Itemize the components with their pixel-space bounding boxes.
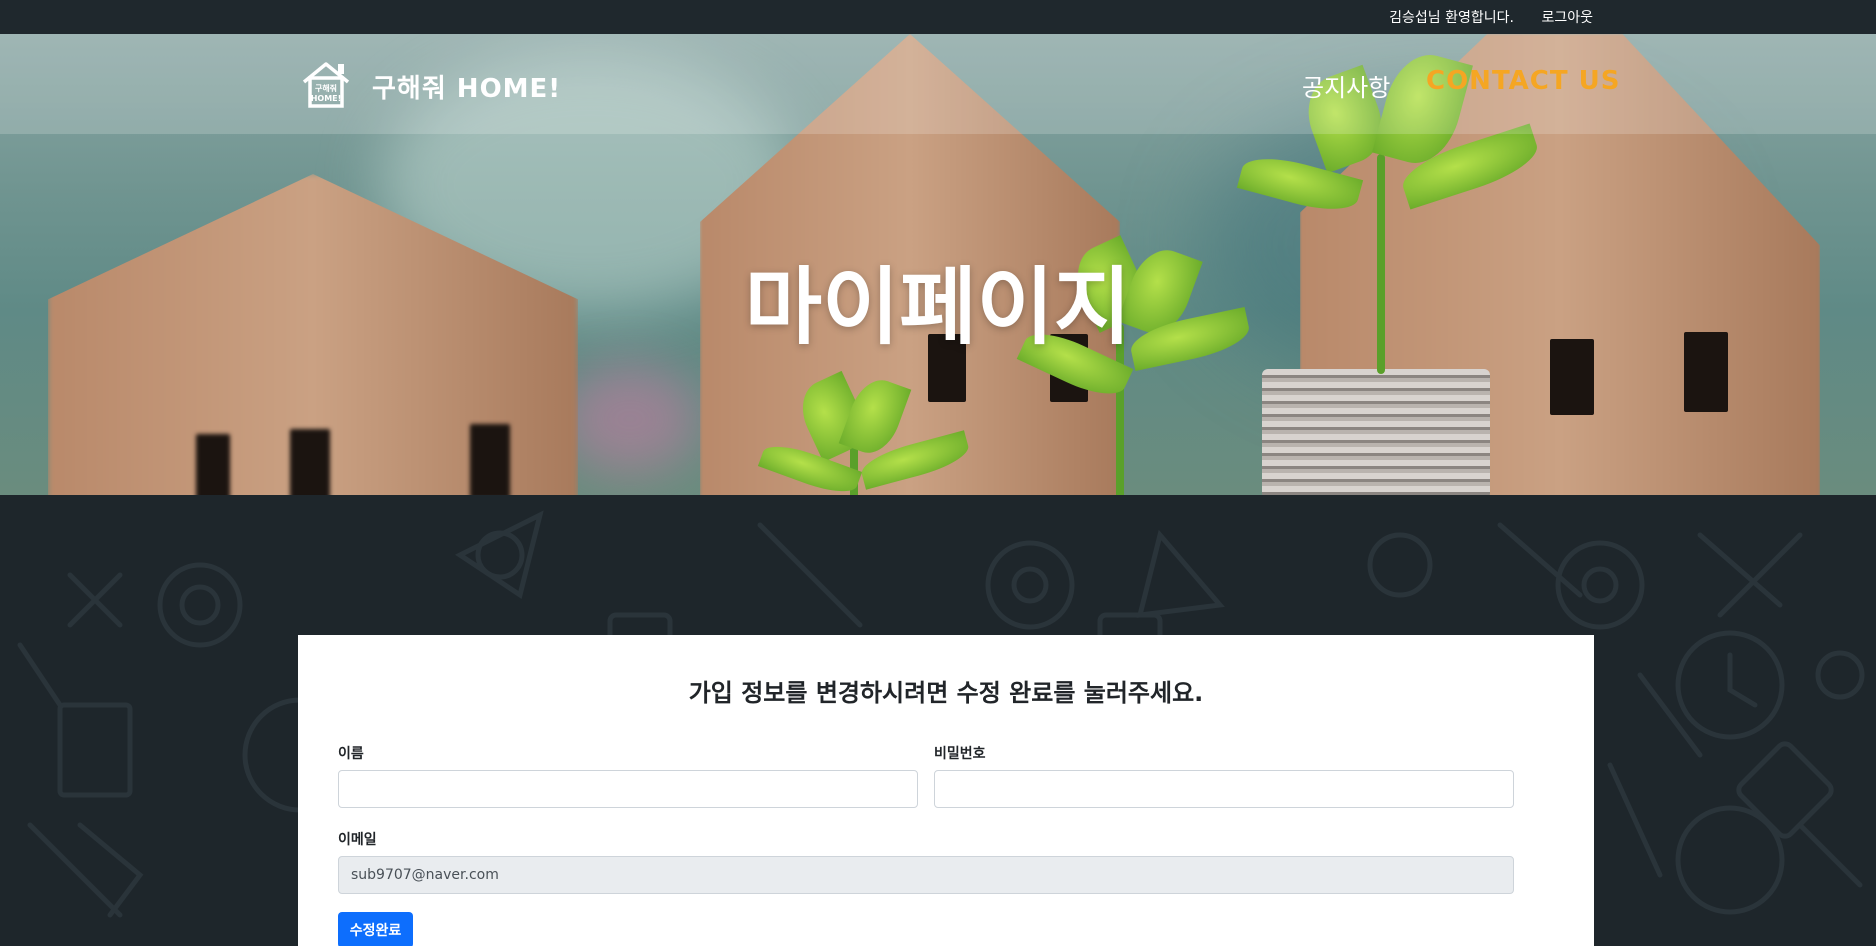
nav-contact-link[interactable]: CONTACT US [1426, 66, 1621, 96]
form-heading: 가입 정보를 변경하시려면 수정 완료를 눌러주세요. [688, 679, 1204, 707]
welcome-message: 김승섭님 환영합니다. [1389, 10, 1514, 26]
brand-name[interactable]: 구해줘 HOME! [372, 68, 561, 105]
nav-notice-link[interactable]: 공지사항 [1302, 68, 1390, 103]
password-input[interactable] [934, 770, 1514, 808]
email-label: 이메일 [338, 832, 377, 848]
house-window [196, 434, 230, 495]
coin-stack-image [1262, 369, 1490, 495]
house-window [290, 429, 330, 495]
submit-edit-button[interactable]: 수정완료 [338, 912, 413, 946]
name-input[interactable] [338, 770, 918, 808]
logout-link[interactable]: 로그아웃 [1541, 7, 1593, 27]
main-navbar: 구해줘 HOME! 구해줘 HOME! 공지사항 CONTACT US [0, 34, 1876, 134]
page-title: 마이페이지 [744, 258, 1132, 356]
email-input [338, 856, 1514, 894]
top-utility-bar: 김승섭님 환영합니다. 로그아웃 [0, 0, 1876, 34]
logo-text: HOME! [311, 94, 342, 103]
logo-text: 구해줘 [315, 83, 337, 93]
profile-edit-form: 가입 정보를 변경하시려면 수정 완료를 눌러주세요. 이름 비밀번호 이메일 … [298, 635, 1594, 946]
home-logo-icon[interactable]: 구해줘 HOME! [300, 58, 352, 110]
house-window [470, 424, 510, 495]
hero-background-blur [560, 364, 700, 474]
name-label: 이름 [338, 746, 364, 762]
password-label: 비밀번호 [934, 746, 986, 762]
